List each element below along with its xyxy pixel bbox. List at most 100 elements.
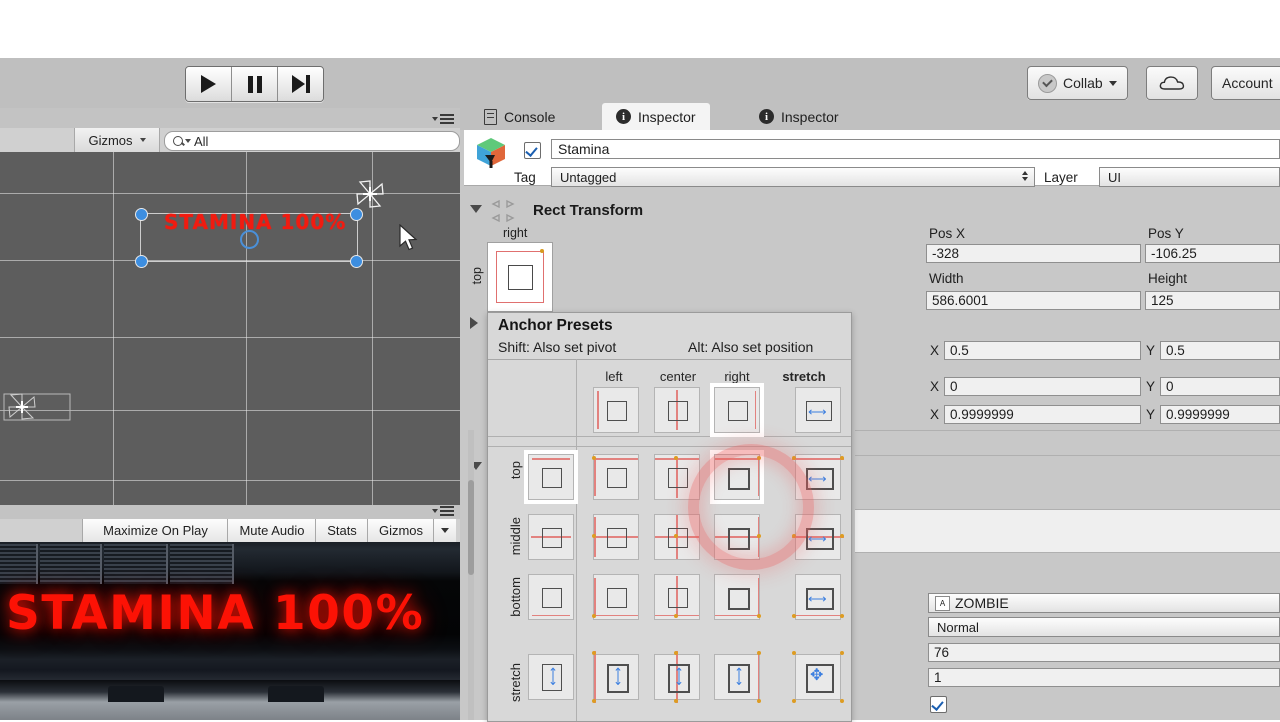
inspector-tabrow: Console i Inspector i Inspector: [460, 100, 1280, 130]
component-foldout-collapsed[interactable]: [470, 317, 478, 329]
arrow-vertical-icon: ⟷: [672, 667, 687, 686]
anchor-preset-row-top[interactable]: [524, 450, 578, 504]
font-asset-field[interactable]: A ZOMBIE: [928, 593, 1280, 613]
mute-audio-button[interactable]: Mute Audio: [227, 519, 316, 542]
width-input[interactable]: 586.6001: [926, 291, 1141, 310]
anchor-preview-col-label: right: [503, 226, 528, 240]
width-value: 586.6001: [932, 293, 989, 308]
inspector-scrollbar-track[interactable]: [468, 430, 474, 720]
anchor-row-label-bottom: bottom: [508, 577, 523, 617]
scene-search-input[interactable]: All: [164, 131, 460, 151]
anchor-preset-bottom-center[interactable]: [654, 574, 700, 620]
pos-x-label: Pos X: [929, 226, 966, 241]
rect-transform-foldout[interactable]: [470, 205, 482, 213]
resize-handle[interactable]: [135, 255, 148, 268]
game-gizmos-button[interactable]: Gizmos: [367, 519, 434, 542]
annotation-highlight-ring: [688, 444, 814, 570]
pause-button[interactable]: [232, 67, 278, 101]
anchor-preset-stretch-stretch[interactable]: ✥: [792, 651, 844, 703]
tab-console[interactable]: Console: [470, 103, 569, 130]
anchor-preset-top-left[interactable]: [592, 454, 639, 500]
cloud-services-button[interactable]: [1146, 66, 1198, 100]
arrow-four-way-icon: ✥: [810, 667, 824, 684]
collab-button[interactable]: Collab: [1027, 66, 1128, 100]
resize-handle[interactable]: [135, 208, 148, 221]
scene-gizmos-button[interactable]: Gizmos: [74, 128, 160, 152]
account-button[interactable]: Account: [1211, 66, 1280, 100]
anchor-preset-middle-left[interactable]: [592, 514, 639, 560]
pos-y-input[interactable]: -106.25: [1145, 244, 1280, 263]
anchor-max-y-input[interactable]: 0.9999999: [1160, 405, 1280, 424]
pivot-circle[interactable]: [240, 230, 259, 249]
anchor-preset-header-right[interactable]: [710, 383, 764, 437]
arrow-horizontal-icon: ⟷: [808, 404, 827, 419]
pos-x-input[interactable]: -328: [926, 244, 1141, 263]
anchor-max-x-label: X: [930, 407, 940, 422]
anchor-min-y-value: 0: [1166, 379, 1174, 394]
game-panel-menu-icon[interactable]: [432, 506, 454, 516]
anchor-preset-stretch-right[interactable]: ⟷: [714, 651, 761, 703]
layer-dropdown[interactable]: UI: [1099, 167, 1280, 187]
scene-panel-menu-icon[interactable]: [432, 114, 454, 124]
anchor-preset-header-stretch[interactable]: ⟷: [795, 387, 841, 433]
anchor-preset-header-left[interactable]: [593, 387, 639, 433]
scene-view-canvas[interactable]: STAMINA 100%: [0, 152, 460, 505]
info-icon: i: [616, 109, 631, 124]
rotate-gizmo-icon[interactable]: [352, 176, 388, 212]
step-button[interactable]: [278, 67, 323, 101]
rich-text-checkbox[interactable]: [930, 696, 947, 713]
scene-gizmos-label: Gizmos: [88, 132, 133, 148]
game-view-canvas[interactable]: STAMINA 100%: [0, 542, 460, 720]
font-size-input[interactable]: 76: [928, 643, 1280, 662]
anchor-max-x-value: 0.9999999: [950, 407, 1014, 422]
anchor-col-header-stretch: stretch: [782, 369, 826, 384]
line-spacing-input[interactable]: 1: [928, 668, 1280, 687]
pause-icon: [247, 75, 262, 93]
mute-audio-label: Mute Audio: [239, 523, 305, 538]
anchor-max-x-input[interactable]: 0.9999999: [944, 405, 1141, 424]
chevron-down-icon: [1108, 80, 1117, 86]
pivot-y-input[interactable]: 0.5: [1160, 341, 1280, 360]
play-button[interactable]: [186, 67, 232, 101]
maximize-on-play-label: Maximize On Play: [103, 523, 208, 538]
anchor-preview-widget[interactable]: [487, 242, 553, 312]
object-name-field[interactable]: Stamina: [551, 139, 1280, 159]
anchor-preset-header-center[interactable]: [654, 387, 700, 433]
arrow-horizontal-icon: ⟷: [808, 471, 827, 486]
anchor-preset-row-stretch[interactable]: ⟷: [528, 654, 574, 700]
anchor-preset-row-middle[interactable]: [528, 514, 574, 560]
scene-search-value: All: [194, 133, 209, 149]
scene-view-toolbar: Gizmos All: [0, 128, 460, 153]
pivot-x-input[interactable]: 0.5: [944, 341, 1141, 360]
height-input[interactable]: 125: [1145, 291, 1280, 310]
resize-handle[interactable]: [350, 255, 363, 268]
anchor-preset-stretch-center[interactable]: ⟷: [654, 651, 700, 703]
game-gizmos-dropdown[interactable]: [433, 519, 456, 542]
anchor-preset-bottom-right[interactable]: [714, 574, 761, 620]
anchor-col-header-right: right: [724, 369, 750, 384]
account-label: Account: [1222, 75, 1273, 91]
enabled-checkbox[interactable]: [524, 142, 541, 159]
anchor-presets-title: Anchor Presets: [498, 317, 613, 334]
anchor-preset-stretch-left[interactable]: ⟷: [592, 651, 639, 703]
tab-inspector-1-label: Inspector: [638, 108, 696, 125]
tag-dropdown[interactable]: Untagged: [551, 167, 1035, 187]
font-style-dropdown[interactable]: Normal: [928, 617, 1280, 637]
tab-inspector-1[interactable]: i Inspector: [602, 103, 710, 130]
anchor-min-x-input[interactable]: 0: [944, 377, 1141, 396]
anchor-preset-row-bottom[interactable]: [528, 574, 574, 620]
anchor-preset-bottom-left[interactable]: [592, 574, 639, 620]
anchor-min-y-input[interactable]: 0: [1160, 377, 1280, 396]
height-label: Height: [1148, 271, 1188, 286]
chevron-down-icon: [185, 139, 191, 143]
tab-inspector-2[interactable]: i Inspector: [745, 103, 853, 130]
anchor-row-label-stretch: stretch: [508, 663, 523, 703]
rect-transform-icon: [491, 199, 515, 223]
anchor-preset-bottom-stretch[interactable]: ⟷: [792, 574, 844, 620]
playback-controls: [185, 66, 324, 102]
maximize-on-play-button[interactable]: Maximize On Play: [82, 519, 228, 542]
pivot-y-value: 0.5: [1166, 343, 1185, 358]
arrow-vertical-icon: ⟷: [611, 667, 626, 686]
inspector-scrollbar-thumb[interactable]: [468, 480, 474, 575]
stats-button[interactable]: Stats: [315, 519, 368, 542]
